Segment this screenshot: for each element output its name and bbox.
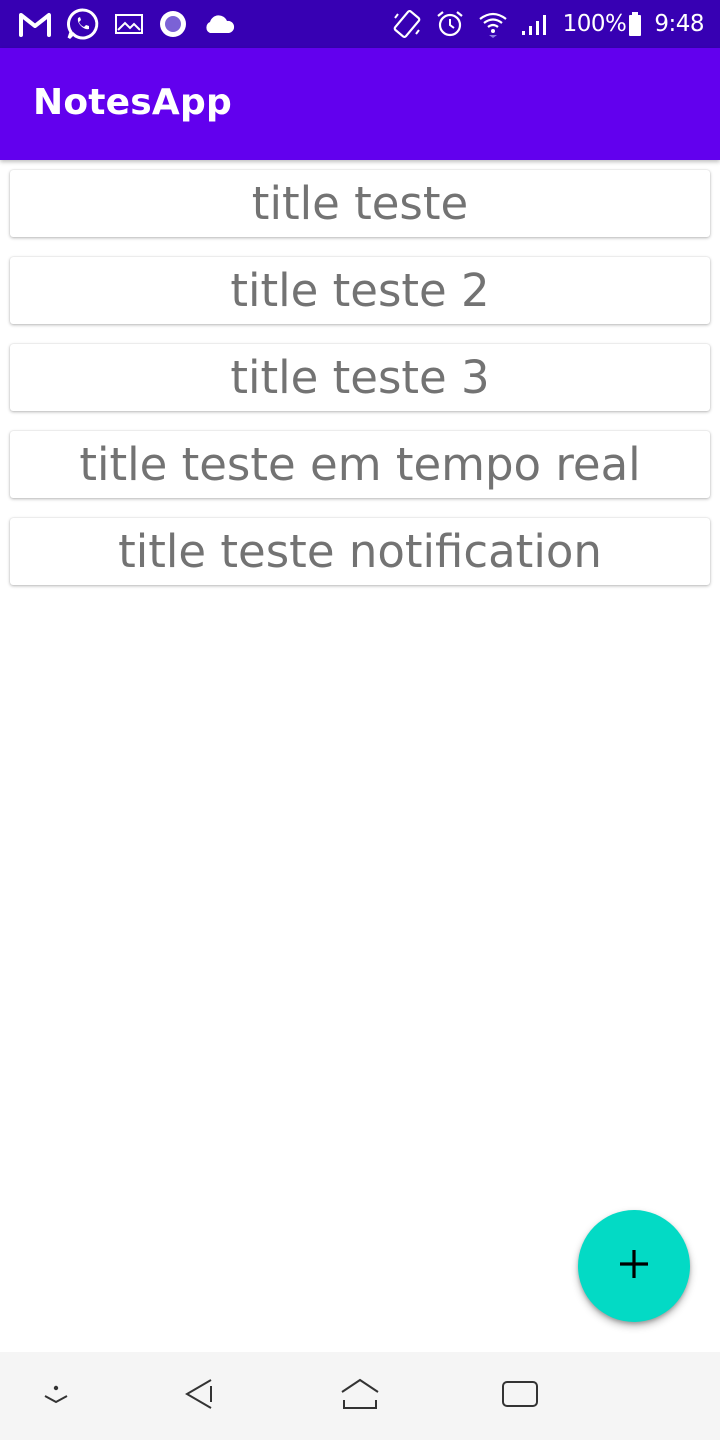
signal-icon xyxy=(521,11,551,37)
home-button[interactable] xyxy=(320,1352,400,1440)
note-card[interactable]: title teste notification xyxy=(10,518,710,585)
clock: 9:48 xyxy=(654,11,704,37)
note-title: title teste notification xyxy=(118,525,602,578)
add-note-button[interactable] xyxy=(578,1210,690,1322)
back-button[interactable] xyxy=(160,1352,240,1440)
note-card[interactable]: title teste xyxy=(10,170,710,237)
back-icon xyxy=(182,1376,218,1417)
recents-icon xyxy=(501,1378,539,1415)
note-title: title teste 2 xyxy=(230,264,490,317)
note-title: title teste 3 xyxy=(230,351,490,404)
note-card[interactable]: title teste 3 xyxy=(10,344,710,411)
note-title: title teste em tempo real xyxy=(79,438,641,491)
whatsapp-icon xyxy=(66,7,100,41)
notes-list: title teste title teste 2 title teste 3 … xyxy=(10,170,710,605)
wifi-icon xyxy=(477,9,509,39)
gmail-icon xyxy=(18,10,52,38)
battery-status: 100% xyxy=(563,11,643,37)
battery-icon xyxy=(628,11,642,37)
cloud-icon xyxy=(202,13,236,35)
app-title: NotesApp xyxy=(33,82,232,123)
recents-button[interactable] xyxy=(480,1352,560,1440)
note-card[interactable]: title teste 2 xyxy=(10,257,710,324)
system-indicators: 100% 9:48 xyxy=(391,0,704,48)
notification-icons xyxy=(18,0,236,48)
battery-percentage: 100% xyxy=(562,11,627,37)
plus-icon xyxy=(617,1247,651,1286)
hide-nav-button[interactable] xyxy=(16,1352,96,1440)
auto-rotate-icon xyxy=(391,8,423,40)
screen: 100% 9:48 NotesApp title teste title tes… xyxy=(0,0,720,1440)
app-bar: NotesApp xyxy=(0,48,720,160)
gallery-icon xyxy=(114,12,144,36)
note-card[interactable]: title teste em tempo real xyxy=(10,431,710,498)
hide-nav-icon xyxy=(41,1379,71,1414)
home-icon xyxy=(340,1376,380,1417)
status-bar: 100% 9:48 xyxy=(0,0,720,48)
note-title: title teste xyxy=(251,177,469,230)
circle-app-icon xyxy=(158,9,188,39)
alarm-icon xyxy=(435,9,465,39)
navigation-bar xyxy=(0,1352,720,1440)
